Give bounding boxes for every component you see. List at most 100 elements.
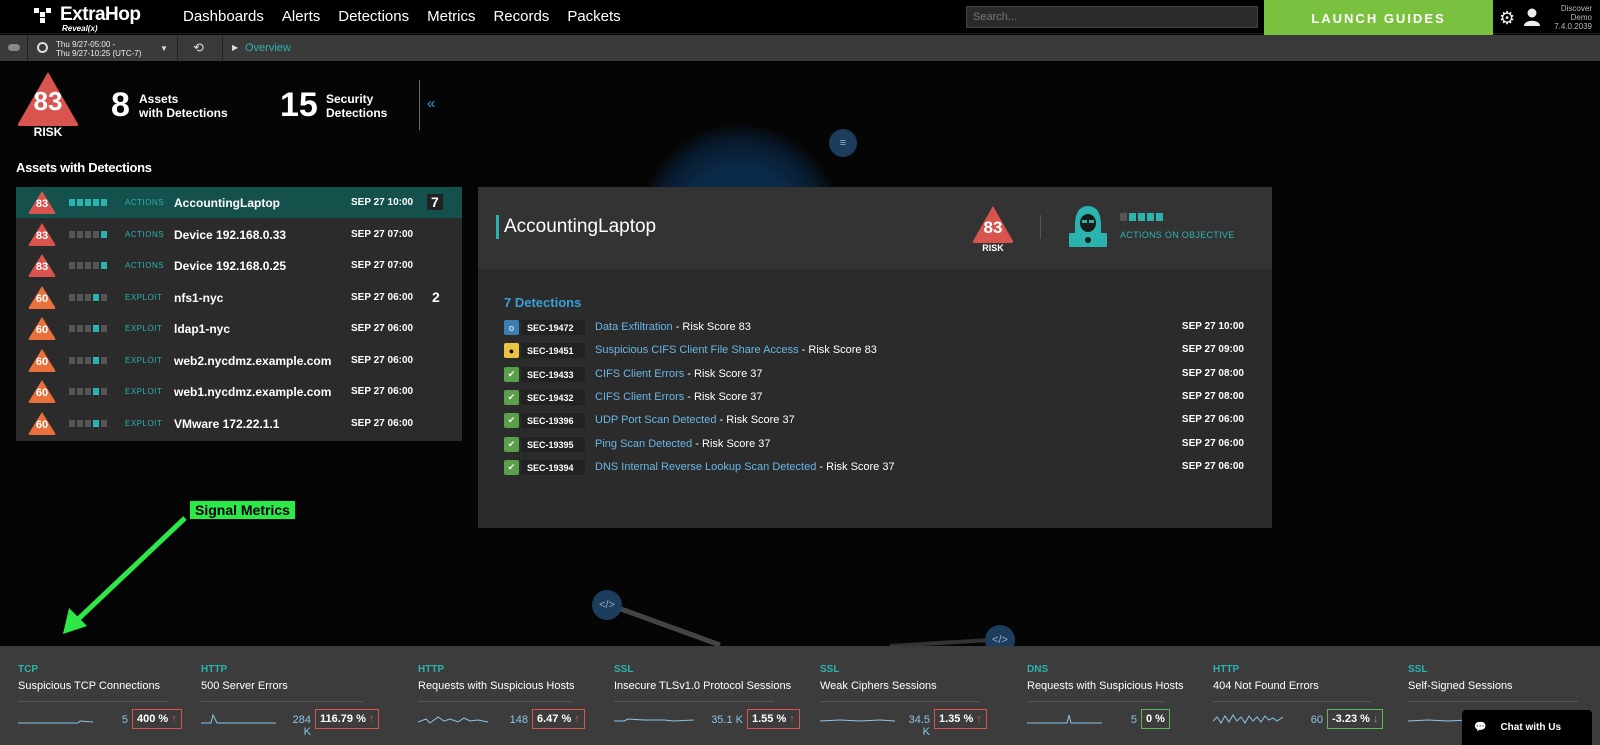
- check-status-icon: ✔: [504, 366, 519, 382]
- metric-name[interactable]: Self-Signed Sessions: [1408, 680, 1513, 692]
- search-input[interactable]: [966, 6, 1258, 28]
- asset-row[interactable]: 60 EXPLOIT web2.nycdmz.example.com SEP 27 0…: [16, 345, 462, 376]
- detection-date: SEP 27 10:00: [1181, 321, 1244, 332]
- sparkline: [418, 716, 489, 724]
- detection-row[interactable]: ✔ SEC-19395 Ping Scan Detected - Risk Scor…: [504, 435, 1244, 455]
- asset-name[interactable]: ldap1-nyc: [174, 322, 230, 336]
- database-node-icon[interactable]: ≡: [829, 129, 857, 157]
- metric-tile[interactable]: SSL Insecure TLSv1.0 Protocol Sessions 35.…: [614, 646, 800, 745]
- detection-row[interactable]: ✔ SEC-19396 UDP Port Scan Detected - Risk …: [504, 411, 1244, 431]
- attack-stage-indicator: [69, 419, 107, 427]
- detection-id[interactable]: SEC-19395: [521, 436, 585, 452]
- metric-category: SSL: [1408, 664, 1428, 675]
- asset-risk-score: 60: [35, 355, 49, 368]
- metric-tile[interactable]: HTTP 500 Server Errors 284 K 116.79 % ↑: [201, 646, 380, 745]
- detail-asset-name[interactable]: AccountingLaptop: [504, 216, 656, 238]
- chat-button[interactable]: 💬 Chat with Us: [1462, 710, 1592, 745]
- metric-name[interactable]: 500 Server Errors: [201, 680, 288, 692]
- detection-row[interactable]: ● SEC-19451 Suspicious CIFS Client File Sh…: [504, 341, 1244, 361]
- refresh-icon[interactable]: ⟲: [193, 40, 204, 56]
- launch-guides-button[interactable]: LAUNCH GUIDES: [1264, 0, 1493, 36]
- detection-row[interactable]: ✔ SEC-19433 CIFS Client Errors - Risk Scor…: [504, 365, 1244, 385]
- metric-name[interactable]: Requests with Suspicious Hosts: [418, 680, 575, 692]
- nav-detections[interactable]: Detections: [338, 8, 409, 25]
- detection-row[interactable]: ✔ SEC-19432 CIFS Client Errors - Risk Scor…: [504, 388, 1244, 408]
- detection-row[interactable]: ✔ SEC-19394 DNS Internal Reverse Lookup Sc…: [504, 458, 1244, 478]
- asset-name[interactable]: web2.nycdmz.example.com: [174, 354, 331, 368]
- breadcrumb-arrow-icon: ▶: [232, 43, 239, 52]
- assets-label: Assets with Detections: [139, 92, 228, 120]
- metric-tile[interactable]: SSL Weak Ciphers Sessions 34.5 K 1.35 % ↑: [820, 646, 990, 745]
- collapse-icon[interactable]: «: [427, 95, 435, 112]
- detection-row[interactable]: o SEC-19472 Data Exfiltration - Risk Score…: [504, 318, 1244, 338]
- sparkline: [614, 718, 695, 722]
- detection-title-link[interactable]: DNS Internal Reverse Lookup Scan Detecte…: [595, 461, 816, 473]
- asset-date: SEP 27 06:00: [351, 386, 414, 397]
- detection-title-link[interactable]: Data Exfiltration: [595, 321, 673, 333]
- metric-tile[interactable]: TCP Suspicious TCP Connections 5 400 % ↑: [18, 646, 182, 745]
- code-node-icon[interactable]: </>: [592, 590, 622, 620]
- sparkline: [1027, 714, 1102, 724]
- asset-row[interactable]: 83 ACTIONS Device 192.168.0.33 SEP 27 07:00: [16, 219, 462, 250]
- detection-title-link[interactable]: CIFS Client Errors: [595, 368, 684, 380]
- metric-tile[interactable]: HTTP Requests with Suspicious Hosts 148 6.4…: [418, 646, 585, 745]
- time-range-selector[interactable]: Thu 9/27-05:00 - Thu 9/27-10:25 (UTC-7): [56, 40, 141, 58]
- divider: [18, 701, 168, 702]
- extrahop-logo[interactable]: ExtraHop Reveal(x): [34, 5, 141, 33]
- asset-row[interactable]: 60 EXPLOIT ldap1-nyc SEP 27 06:00: [16, 313, 462, 344]
- detections-count[interactable]: 15: [280, 86, 318, 125]
- breadcrumb-overview[interactable]: Overview: [245, 42, 291, 54]
- asset-name[interactable]: Device 192.168.0.33: [174, 228, 286, 242]
- asset-row[interactable]: 60 EXPLOIT web1.nycdmz.example.com SEP 27 0…: [16, 376, 462, 407]
- risk-label: RISK: [982, 243, 1004, 253]
- metric-name[interactable]: Suspicious TCP Connections: [18, 680, 160, 692]
- nav-alerts[interactable]: Alerts: [282, 8, 320, 25]
- sparkline: [18, 720, 94, 724]
- asset-row[interactable]: 60 EXPLOIT VMware 172.22.1.1 SEP 27 06:00: [16, 408, 462, 439]
- detection-title-link[interactable]: UDP Port Scan Detected: [595, 414, 716, 426]
- metric-name[interactable]: Requests with Suspicious Hosts: [1027, 680, 1184, 692]
- nav-packets[interactable]: Packets: [567, 8, 620, 25]
- overall-risk-score: 83: [33, 86, 63, 116]
- metric-category: TCP: [18, 664, 38, 675]
- sparkline: [1213, 714, 1284, 724]
- divider: [1408, 701, 1578, 702]
- metric-name[interactable]: Weak Ciphers Sessions: [820, 680, 937, 692]
- asset-name[interactable]: AccountingLaptop: [174, 196, 280, 210]
- chevron-down-icon[interactable]: ▼: [160, 44, 168, 53]
- asset-name[interactable]: nfs1-nyc: [174, 291, 223, 305]
- user-icon[interactable]: [1524, 8, 1540, 26]
- attack-stage-indicator: [69, 262, 107, 269]
- toggle-icon[interactable]: [8, 44, 20, 51]
- detection-id[interactable]: SEC-19451: [521, 343, 585, 359]
- nav-records[interactable]: Records: [493, 8, 549, 25]
- detail-risk-score: 83: [983, 218, 1003, 237]
- divider: [820, 701, 980, 702]
- detection-title-link[interactable]: CIFS Client Errors: [595, 391, 684, 403]
- detection-id[interactable]: SEC-19433: [521, 366, 585, 382]
- metric-name[interactable]: Insecure TLSv1.0 Protocol Sessions: [614, 680, 791, 692]
- detection-title-link[interactable]: Ping Scan Detected: [595, 438, 692, 450]
- nav-metrics[interactable]: Metrics: [427, 8, 475, 25]
- metric-name[interactable]: 404 Not Found Errors: [1213, 680, 1319, 692]
- asset-row[interactable]: 83 ACTIONS AccountingLaptop SEP 27 10:00 7: [16, 187, 462, 218]
- asset-row[interactable]: 60 EXPLOIT nfs1-nyc SEP 27 06:00 2: [16, 282, 462, 313]
- detection-id[interactable]: SEC-19472: [521, 320, 585, 335]
- asset-date: SEP 27 10:00: [351, 197, 414, 208]
- assets-count[interactable]: 8: [111, 86, 130, 125]
- asset-name[interactable]: web1.nycdmz.example.com: [174, 385, 331, 399]
- detection-id[interactable]: SEC-19394: [521, 459, 585, 475]
- detection-id[interactable]: SEC-19396: [521, 413, 585, 429]
- asset-row[interactable]: 83 ACTIONS Device 192.168.0.25 SEP 27 07:00: [16, 250, 462, 281]
- metric-category: SSL: [820, 664, 840, 675]
- detection-id[interactable]: SEC-19432: [521, 389, 585, 405]
- metric-tile[interactable]: HTTP 404 Not Found Errors 60 -3.23 % ↓: [1213, 646, 1384, 745]
- asset-name[interactable]: Device 192.168.0.25: [174, 259, 286, 273]
- nav-dashboards[interactable]: Dashboards: [183, 8, 264, 25]
- asset-name[interactable]: VMware 172.22.1.1: [174, 417, 279, 431]
- detection-score: - Risk Score 83: [672, 321, 751, 333]
- divider: [201, 701, 363, 702]
- detection-title-link[interactable]: Suspicious CIFS Client File Share Access: [595, 344, 799, 356]
- metric-tile[interactable]: DNS Requests with Suspicious Hosts 5 0 %: [1027, 646, 1184, 745]
- gear-icon[interactable]: ⚙: [1499, 8, 1515, 29]
